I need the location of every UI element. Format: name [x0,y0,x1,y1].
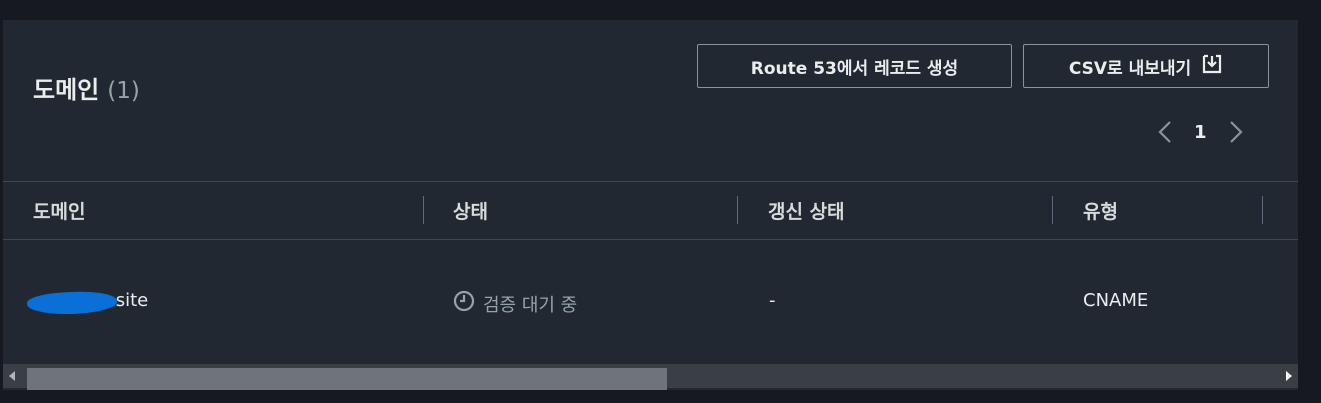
domains-panel: 도메인 (1) Route 53에서 레코드 생성 CSV로 내보내기 1 도메… [3,20,1298,390]
horizontal-scrollbar[interactable] [3,364,1298,390]
export-csv-label: CSV로 내보내기 [1068,58,1192,79]
download-icon [1201,53,1223,80]
column-header-status[interactable]: 상태 [453,197,488,224]
status-cell: 검증 대기 중 [453,290,577,317]
pagination: 1 [1158,120,1243,144]
scroll-left-arrow-icon[interactable] [9,371,15,381]
create-route53-records-button[interactable]: Route 53에서 레코드 생성 [697,44,1012,88]
column-header-renewal-status[interactable]: 갱신 상태 [768,197,845,224]
type-cell: CNAME [1083,290,1149,311]
scrollbar-thumb[interactable] [27,368,667,390]
status-text: 검증 대기 중 [483,294,578,316]
page-edge [1298,20,1321,390]
column-resizer[interactable] [1052,196,1053,224]
chevron-right-icon[interactable] [1229,120,1243,144]
table-top-divider [3,181,1298,182]
chevron-left-icon[interactable] [1158,120,1172,144]
scroll-right-arrow-icon[interactable] [1286,371,1292,381]
column-header-domain[interactable]: 도메인 [33,197,85,224]
export-csv-button[interactable]: CSV로 내보내기 [1023,44,1269,88]
header-row-divider [3,239,1298,240]
domain-count: (1) [107,78,140,104]
current-page[interactable]: 1 [1194,122,1207,143]
column-resizer[interactable] [1262,196,1263,224]
column-header-type[interactable]: 유형 [1083,197,1118,224]
clock-icon [453,290,475,317]
renewal-status-cell: - [769,290,776,311]
redaction-mark [26,289,118,317]
column-resizer[interactable] [423,196,424,224]
create-route53-records-label: Route 53에서 레코드 생성 [750,58,959,79]
page-title: 도메인 (1) [33,70,140,105]
title-text: 도메인 [33,76,100,104]
column-resizer[interactable] [737,196,738,224]
